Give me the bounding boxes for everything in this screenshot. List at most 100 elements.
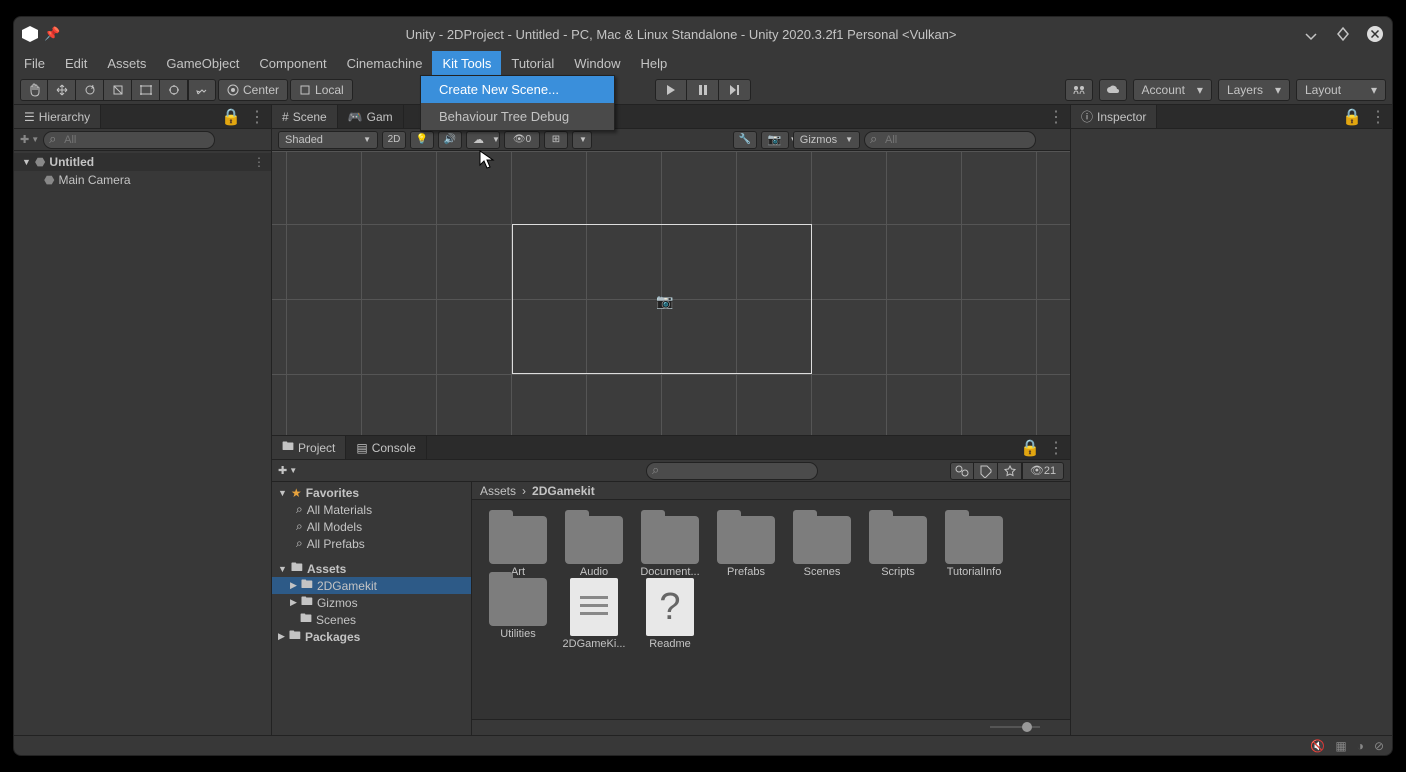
effects-dropdown[interactable]: ☁▼ [466, 131, 500, 149]
hierarchy-item-main-camera[interactable]: ⬣ Main Camera [14, 171, 271, 189]
breadcrumb-2dgamekit[interactable]: 2DGamekit [532, 484, 595, 498]
options-icon[interactable]: ⋮ [249, 107, 265, 127]
create-dropdown[interactable]: ✚▼ [20, 133, 39, 146]
folder-scenes[interactable]: 🖿Scenes [272, 611, 471, 628]
dropdown-behaviour-tree-debug[interactable]: Behaviour Tree Debug [421, 103, 614, 130]
hand-tool-button[interactable] [20, 79, 48, 101]
minimize-button[interactable] [1302, 25, 1320, 43]
lighting-toggle[interactable]: 💡 [410, 131, 434, 149]
effects-icon: ☁ [473, 133, 484, 146]
asset-utilities[interactable]: Utilities [480, 578, 556, 650]
layout-dropdown[interactable]: Layout▾ [1296, 79, 1386, 101]
scale-tool-button[interactable] [104, 79, 132, 101]
fav-all-models[interactable]: ⌕All Models [272, 518, 471, 535]
camera-gizmo-icon[interactable]: 📷 [656, 293, 673, 310]
menu-gameobject[interactable]: GameObject [156, 51, 249, 75]
shading-dropdown[interactable]: Shaded▼ [278, 131, 378, 149]
favorites-folder[interactable]: ▼★Favorites [272, 484, 471, 501]
close-button[interactable] [1366, 25, 1384, 43]
lock-icon[interactable]: 🔒 [1020, 438, 1040, 458]
tools-button[interactable]: 🔧 [733, 131, 757, 149]
handle-toggle[interactable]: Local [290, 79, 353, 101]
favorite-button[interactable] [998, 462, 1022, 480]
status-icon-2[interactable]: ▦ [1335, 739, 1346, 753]
pivot-toggle[interactable]: Center [218, 79, 288, 101]
asset-2dgameki-[interactable]: 2DGameKi... [556, 578, 632, 650]
custom-tool-button[interactable] [188, 79, 216, 101]
fav-all-materials[interactable]: ⌕All Materials [272, 501, 471, 518]
options-icon[interactable]: ⋮ [1370, 107, 1386, 127]
menu-cinemachine[interactable]: Cinemachine [337, 51, 433, 75]
asset-tutorialinfo[interactable]: TutorialInfo [936, 516, 1012, 578]
status-icon-1[interactable]: 🔇 [1310, 739, 1325, 753]
status-icon-4[interactable]: ⊘ [1374, 739, 1384, 753]
asset-label: 2DGameKi... [563, 638, 626, 650]
hidden-packages-button[interactable]: 👁21 [1022, 462, 1064, 480]
asset-art[interactable]: Art [480, 516, 556, 578]
gizmos-dropdown[interactable]: Gizmos▼ [793, 131, 860, 149]
menu-edit[interactable]: Edit [55, 51, 97, 75]
lock-icon[interactable]: 🔒 [1342, 107, 1362, 127]
visibility-toggle[interactable]: 👁0 [504, 131, 540, 149]
menu-tutorial[interactable]: Tutorial [501, 51, 564, 75]
step-button[interactable] [719, 79, 751, 101]
rect-tool-button[interactable] [132, 79, 160, 101]
asset-document-[interactable]: Document... [632, 516, 708, 578]
lock-icon[interactable]: 🔒 [221, 107, 241, 127]
row-options-icon[interactable]: ⋮ [253, 155, 271, 169]
options-icon[interactable]: ⋮ [1048, 438, 1064, 458]
project-tab[interactable]: 🖿Project [272, 436, 346, 459]
thumbnail-size-slider[interactable] [990, 722, 1040, 732]
menu-kit-tools[interactable]: Kit Tools [432, 51, 501, 75]
menu-assets[interactable]: Assets [97, 51, 156, 75]
2d-toggle[interactable]: 2D [382, 131, 406, 149]
camera-toggle[interactable]: ⊞ [544, 131, 568, 149]
console-tab[interactable]: ▤Console [346, 436, 426, 459]
hierarchy-search-input[interactable] [43, 131, 215, 149]
game-tab[interactable]: 🎮Gam [338, 105, 404, 128]
scene-camera-dropdown[interactable]: ▼ [572, 131, 592, 149]
camera-settings[interactable]: 📷▼ [761, 131, 789, 149]
rotate-tool-button[interactable] [76, 79, 104, 101]
inspector-tab[interactable]: ⓘInspector [1071, 105, 1157, 128]
collab-button[interactable] [1065, 79, 1093, 101]
layers-dropdown[interactable]: Layers▾ [1218, 79, 1290, 101]
hierarchy-root[interactable]: ▼ ⬣ Untitled ⋮ [14, 153, 271, 171]
scene-search-input[interactable] [864, 131, 1036, 149]
menu-component[interactable]: Component [249, 51, 336, 75]
transform-tool-button[interactable] [160, 79, 188, 101]
filter-label-button[interactable] [974, 462, 998, 480]
filter-type-button[interactable] [950, 462, 974, 480]
asset-readme[interactable]: Readme [632, 578, 708, 650]
hierarchy-tab[interactable]: ☰ Hierarchy [14, 105, 101, 128]
game-tab-label: Gam [367, 110, 393, 124]
dropdown-create-new-scene[interactable]: Create New Scene... [421, 76, 614, 103]
account-dropdown[interactable]: Account▾ [1133, 79, 1212, 101]
maximize-button[interactable] [1334, 25, 1352, 43]
menu-window[interactable]: Window [564, 51, 630, 75]
asset-scenes[interactable]: Scenes [784, 516, 860, 578]
options-icon[interactable]: ⋮ [1048, 107, 1064, 127]
move-tool-button[interactable] [48, 79, 76, 101]
scene-toolbar: Shaded▼ 2D 💡 🔊 ☁▼ 👁0 ⊞ ▼ 🔧 📷▼ Gizmos▼ [272, 129, 1070, 151]
asset-scripts[interactable]: Scripts [860, 516, 936, 578]
scene-tab[interactable]: #Scene [272, 105, 338, 128]
packages-folder[interactable]: ▶🖿Packages [272, 628, 471, 645]
pin-icon[interactable]: 📌 [44, 26, 60, 42]
console-icon: ▤ [356, 441, 367, 455]
play-button[interactable] [655, 79, 687, 101]
menu-help[interactable]: Help [630, 51, 677, 75]
cloud-button[interactable] [1099, 79, 1127, 101]
scene-view[interactable]: 📷 [272, 151, 1070, 435]
fav-all-prefabs[interactable]: ⌕All Prefabs [272, 535, 471, 552]
search-icon: ⌕ [296, 519, 303, 534]
asset-audio[interactable]: Audio [556, 516, 632, 578]
project-search-input[interactable] [646, 462, 818, 480]
audio-toggle[interactable]: 🔊 [438, 131, 462, 149]
menu-file[interactable]: File [14, 51, 55, 75]
create-dropdown[interactable]: ✚▼ [278, 464, 297, 477]
asset-prefabs[interactable]: Prefabs [708, 516, 784, 578]
breadcrumb-assets[interactable]: Assets [480, 484, 516, 498]
pause-button[interactable] [687, 79, 719, 101]
status-icon-3[interactable]: ◑ [1357, 739, 1364, 753]
